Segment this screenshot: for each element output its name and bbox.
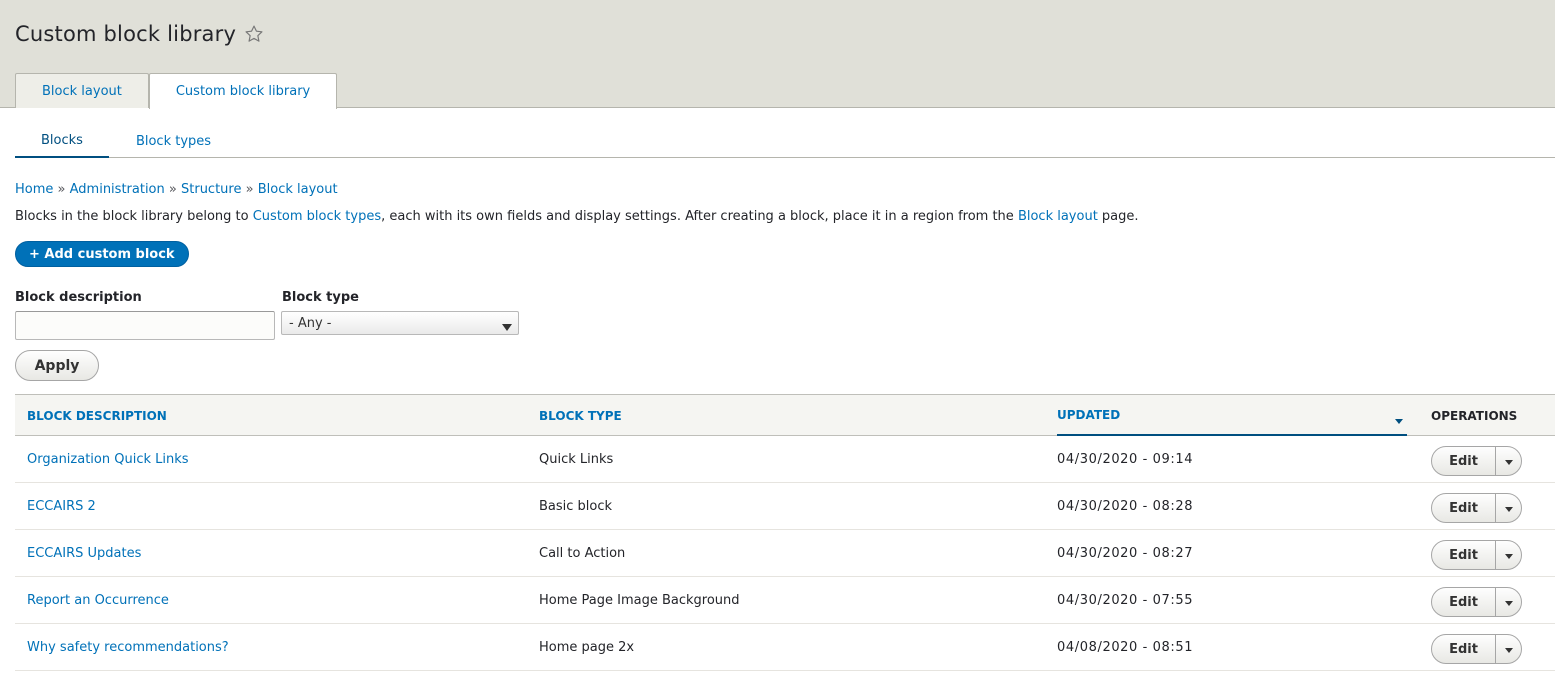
caret-down-icon	[1504, 501, 1513, 516]
table-row: ECCAIRS 2 Basic block 04/30/2020 - 08:28…	[15, 483, 1555, 530]
description-text: page.	[1097, 209, 1139, 224]
caret-down-icon	[502, 320, 512, 335]
edit-button[interactable]: Edit	[1432, 635, 1496, 663]
table-row: ECCAIRS Updates Call to Action 04/30/202…	[15, 530, 1555, 577]
operations-dropbutton: Edit	[1431, 587, 1522, 617]
breadcrumb-home[interactable]: Home	[15, 182, 53, 197]
operations-dropbutton: Edit	[1431, 634, 1522, 664]
table-row: Report an Occurrence Home Page Image Bac…	[15, 577, 1555, 624]
primary-tabs: Block layout Custom block library	[15, 73, 338, 109]
block-type-label: Block type	[282, 290, 359, 305]
breadcrumb-block-layout[interactable]: Block layout	[258, 182, 338, 197]
description-text: , each with its own fields and display s…	[381, 209, 1018, 224]
caret-down-icon	[1504, 595, 1513, 610]
operations-toggle[interactable]	[1496, 541, 1521, 569]
updated-cell: 04/30/2020 - 07:55	[1057, 592, 1194, 608]
table-row: Organization Quick Links Quick Links 04/…	[15, 436, 1555, 483]
updated-cell: 04/30/2020 - 09:14	[1057, 451, 1194, 467]
block-description-link[interactable]: Why safety recommendations?	[27, 624, 229, 670]
breadcrumb-structure[interactable]: Structure	[181, 182, 241, 197]
tab-block-types[interactable]: Block types	[110, 125, 237, 158]
table-header: Block description Block type Updated Ope…	[15, 394, 1555, 436]
block-type-cell: Call to Action	[539, 545, 626, 561]
blocks-table: Block description Block type Updated Ope…	[15, 394, 1555, 671]
column-header-block-type[interactable]: Block type	[539, 395, 622, 436]
block-description-link[interactable]: Report an Occurrence	[27, 577, 169, 623]
triangle-down-icon	[1395, 413, 1403, 427]
apply-button[interactable]: Apply	[15, 350, 99, 381]
breadcrumb-administration[interactable]: Administration	[70, 182, 165, 197]
page-description: Blocks in the block library belong to Cu…	[15, 209, 1139, 224]
caret-down-icon	[1504, 642, 1513, 657]
block-type-select[interactable]: - Any -	[281, 311, 519, 335]
caret-down-icon	[1504, 548, 1513, 563]
block-layout-link[interactable]: Block layout	[1018, 209, 1098, 224]
breadcrumb-separator: »	[57, 182, 70, 197]
block-type-cell: Basic block	[539, 498, 613, 514]
block-description-link[interactable]: ECCAIRS Updates	[27, 530, 141, 576]
operations-dropbutton: Edit	[1431, 540, 1522, 570]
operations-toggle[interactable]	[1496, 494, 1521, 522]
edit-button[interactable]: Edit	[1432, 494, 1496, 522]
block-description-label: Block description	[15, 290, 142, 305]
tab-custom-block-library[interactable]: Custom block library	[148, 73, 338, 109]
block-description-link[interactable]: Organization Quick Links	[27, 436, 189, 482]
table-row: Why safety recommendations? Home page 2x…	[15, 624, 1555, 671]
block-description-input[interactable]	[15, 311, 275, 340]
updated-cell: 04/08/2020 - 08:51	[1057, 639, 1194, 655]
operations-toggle[interactable]	[1496, 447, 1521, 475]
column-header-updated[interactable]: Updated	[1057, 395, 1407, 436]
operations-dropbutton: Edit	[1431, 446, 1522, 476]
breadcrumb-separator: »	[245, 182, 258, 197]
tab-blocks[interactable]: Blocks	[15, 125, 109, 158]
block-type-cell: Quick Links	[539, 451, 614, 467]
block-type-selected: - Any -	[289, 315, 332, 331]
breadcrumb-separator: »	[168, 182, 181, 197]
custom-block-types-link[interactable]: Custom block types	[253, 209, 381, 224]
edit-button[interactable]: Edit	[1432, 447, 1496, 475]
caret-down-icon	[1504, 454, 1513, 469]
page-title: Custom block library	[15, 22, 264, 46]
add-custom-block-button[interactable]: + Add custom block	[15, 241, 189, 267]
block-type-cell: Home page 2x	[539, 639, 635, 655]
secondary-tabs: Blocks Block types	[15, 125, 1555, 158]
column-header-updated-label: Updated	[1057, 407, 1121, 422]
breadcrumb: Home » Administration » Structure » Bloc…	[15, 182, 338, 197]
operations-toggle[interactable]	[1496, 588, 1521, 616]
page-header: Custom block library Block layout Custom…	[0, 0, 1555, 109]
star-outline-icon[interactable]	[244, 24, 264, 44]
column-header-operations: Operations	[1431, 408, 1518, 423]
description-text: Blocks in the block library belong to	[15, 209, 253, 224]
operations-toggle[interactable]	[1496, 635, 1521, 663]
block-description-link[interactable]: ECCAIRS 2	[27, 483, 96, 529]
edit-button[interactable]: Edit	[1432, 588, 1496, 616]
page-title-text: Custom block library	[15, 22, 237, 46]
column-header-block-description[interactable]: Block description	[27, 395, 167, 436]
operations-dropbutton: Edit	[1431, 493, 1522, 523]
block-type-cell: Home Page Image Background	[539, 592, 740, 608]
edit-button[interactable]: Edit	[1432, 541, 1496, 569]
tab-block-layout[interactable]: Block layout	[15, 73, 149, 108]
updated-cell: 04/30/2020 - 08:28	[1057, 498, 1194, 514]
updated-cell: 04/30/2020 - 08:27	[1057, 545, 1194, 561]
